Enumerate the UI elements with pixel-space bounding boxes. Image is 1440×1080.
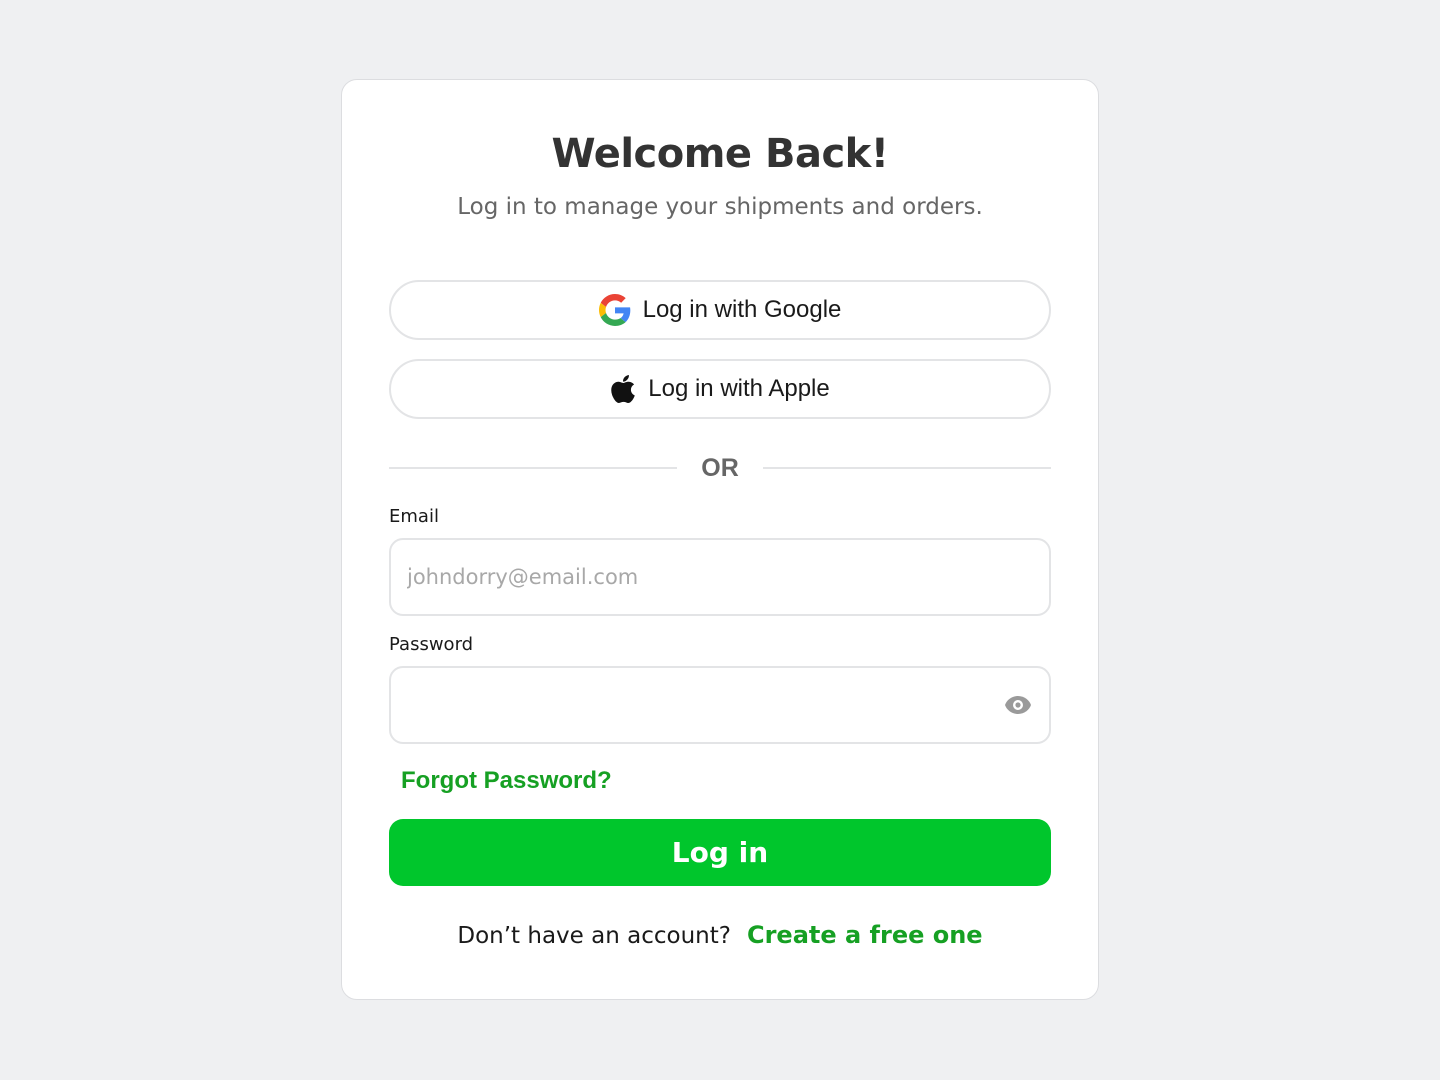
apple-login-button[interactable]: Log in with Apple [389, 359, 1051, 419]
login-button[interactable]: Log in [389, 819, 1051, 886]
eye-icon[interactable] [1004, 694, 1032, 716]
password-label: Password [389, 634, 474, 655]
google-login-label: Log in with Google [642, 296, 842, 323]
password-field[interactable] [389, 666, 1051, 744]
page-subtitle: Log in to manage your shipments and orde… [457, 194, 983, 220]
or-divider-label: OR [701, 454, 739, 482]
apple-logo-icon [610, 373, 636, 405]
forgot-password-link[interactable]: Forgot Password? [401, 766, 612, 796]
email-label: Email [389, 506, 439, 527]
google-g-icon [598, 294, 631, 326]
google-login-button[interactable]: Log in with Google [389, 280, 1051, 340]
apple-login-label: Log in with Apple [648, 375, 830, 402]
divider-line-right [763, 467, 1051, 469]
email-field[interactable] [389, 538, 1051, 616]
page-title: Welcome Back! [551, 131, 890, 177]
signup-prompt-row: Don’t have an account? Create a free one [0, 918, 1440, 953]
divider-line-left [389, 467, 677, 469]
create-account-link[interactable]: Create a free one [747, 918, 983, 952]
signup-prompt-text: Don’t have an account? [457, 923, 731, 949]
